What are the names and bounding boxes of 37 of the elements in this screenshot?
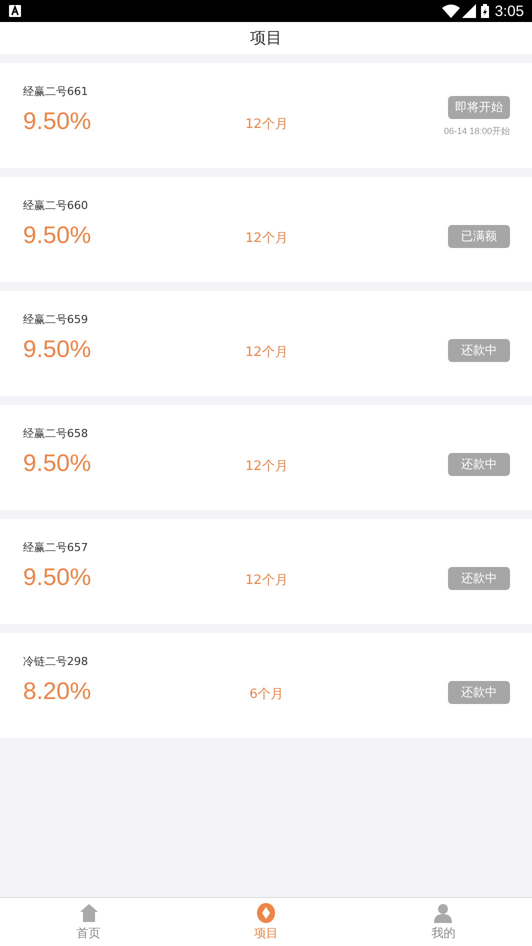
notification-icon [9,5,21,17]
interest-rate: 9.50% [23,222,92,250]
product-name: 冷链二号298 [23,654,89,670]
tab[interactable]: 项目 [177,898,355,946]
clock-time: 3:05 [494,2,524,20]
start-time: 06-14 18:00开始 [444,125,510,138]
status-button[interactable]: 已满额 [448,224,510,248]
status-button[interactable]: 还款中 [448,338,510,362]
signal-icon [462,4,476,18]
home-icon [78,902,99,922]
product-name: 经赢二号659 [23,312,89,328]
loan-term: 12个月 [245,344,288,361]
wifi-icon [442,4,460,18]
status-button[interactable]: 还款中 [448,566,510,590]
product-name: 经赢二号660 [23,198,89,214]
loan-term: 6个月 [249,686,284,703]
status-button[interactable]: 还款中 [448,680,510,704]
product-name: 经赢二号661 [23,84,89,100]
diamond-coin-icon [256,902,275,922]
status-button[interactable]: 即将开始 [448,96,510,119]
page-title: 项目 [250,28,282,48]
battery-icon [480,4,489,18]
tab[interactable]: 我的 [354,898,532,946]
product-name: 经赢二号657 [23,540,89,556]
loan-term: 12个月 [245,230,288,247]
interest-rate: 9.50% [23,450,92,478]
interest-rate: 8.20% [23,678,92,706]
loan-term: 12个月 [245,458,288,475]
interest-rate: 9.50% [23,108,92,136]
loan-term: 12个月 [245,572,288,589]
product-name: 经赢二号658 [23,426,89,442]
loan-term: 12个月 [245,116,288,133]
status-button[interactable]: 还款中 [448,452,510,476]
interest-rate: 9.50% [23,564,92,592]
interest-rate: 9.50% [23,336,92,364]
tab[interactable]: 首页 [0,898,178,946]
person-icon [433,902,454,922]
